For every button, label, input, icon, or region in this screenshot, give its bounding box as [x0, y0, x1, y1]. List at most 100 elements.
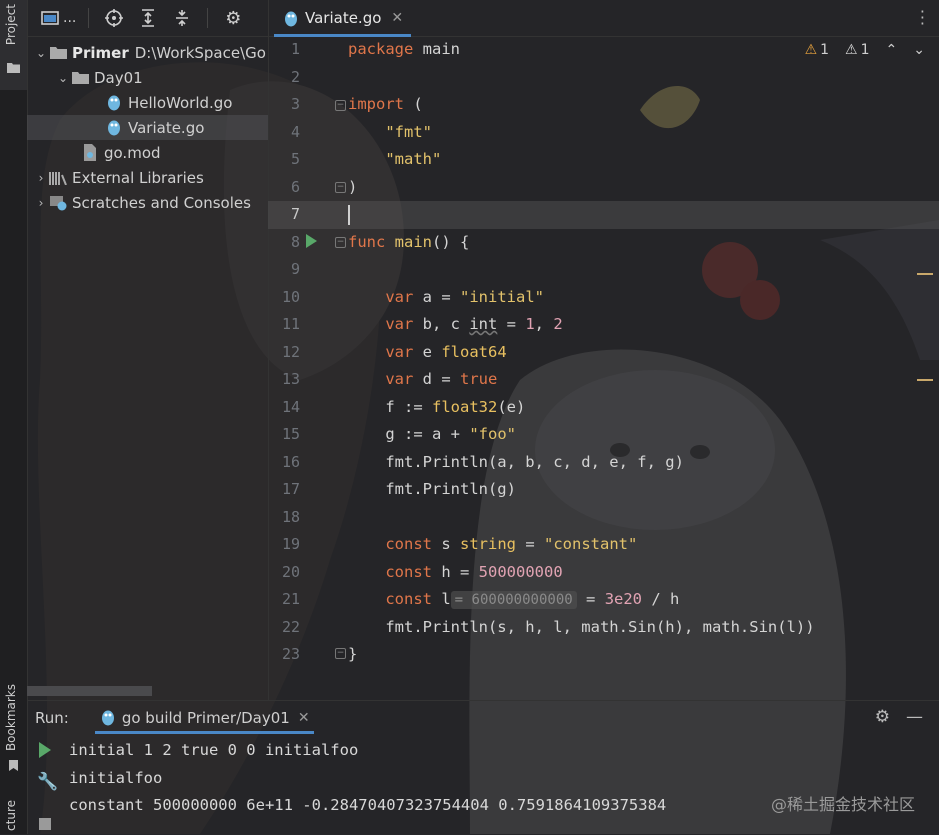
- tree-item-primer[interactable]: ⌄ Primer D:\WorkSpace\Go: [27, 40, 268, 65]
- line-number: 11: [281, 315, 300, 333]
- fold-marker-icon[interactable]: −: [335, 237, 346, 248]
- expand-all-button[interactable]: [135, 5, 161, 31]
- line-number: 20: [281, 562, 300, 581]
- rerun-icon[interactable]: [39, 742, 51, 758]
- folder-icon: [49, 45, 67, 61]
- keyword: var: [385, 370, 414, 388]
- code-line: import (: [348, 91, 815, 119]
- warning-outline-icon: ⚠: [845, 42, 858, 58]
- project-tree: ⌄ Primer D:\WorkSpace\Go ⌄ Day01 HelloWo…: [27, 37, 268, 215]
- tree-item-helloworld[interactable]: HelloWorld.go: [27, 90, 268, 115]
- project-view-button[interactable]: ...: [41, 5, 76, 31]
- more-options-icon[interactable]: · · ·: [920, 4, 925, 32]
- code-text: l: [432, 590, 451, 608]
- code-text: (e): [497, 397, 526, 416]
- keyword: package: [348, 40, 414, 58]
- project-toolbar: ... ⚙: [27, 0, 268, 37]
- line-number: 9: [290, 260, 300, 278]
- run-panel: Run: go build Primer/Day01 ✕ ⚙ — 🔧 initi…: [27, 700, 939, 835]
- code-line: fmt.Println(g): [348, 476, 815, 504]
- gear-icon: ⚙: [225, 7, 242, 29]
- project-view-ellipsis: ...: [63, 10, 77, 26]
- console-output[interactable]: initial 1 2 true 0 0 initialfoo initialf…: [69, 737, 666, 820]
- fold-marker-icon[interactable]: −: [335, 100, 346, 111]
- run-config-tab[interactable]: go build Primer/Day01 ✕: [94, 701, 314, 734]
- minimize-icon[interactable]: —: [906, 707, 923, 727]
- bookmarks-tool-button[interactable]: Bookmarks: [0, 680, 27, 780]
- type-name: int: [469, 315, 498, 333]
- console-line: initial 1 2 true 0 0 initialfoo: [69, 741, 359, 759]
- code-text: =: [576, 590, 605, 608]
- tree-item-day01[interactable]: ⌄ Day01: [27, 65, 268, 90]
- run-gutter-icon[interactable]: [306, 234, 317, 248]
- code-line: var b, c int = 1, 2: [348, 311, 815, 339]
- line-number: 23: [281, 645, 300, 663]
- keyword: const: [385, 562, 432, 581]
- chevron-down-icon[interactable]: ⌄: [913, 42, 925, 58]
- code-line: [348, 201, 815, 229]
- collapse-all-icon: [176, 10, 189, 26]
- bookmarks-tool-label: Bookmarks: [4, 684, 18, 752]
- console-line: constant 500000000 6e+11 -0.284704073237…: [69, 796, 667, 814]
- chevron-down-icon[interactable]: ⌄: [33, 46, 49, 60]
- tree-item-label: Variate.go: [128, 118, 205, 137]
- code-line: func main() {: [348, 229, 815, 257]
- code-text: fmt.Println(g): [385, 480, 516, 498]
- tree-item-gomod[interactable]: go.mod: [27, 140, 268, 165]
- code-lines: package main import ( "fmt" "math" ) fun…: [348, 36, 815, 669]
- code-text: () {: [432, 232, 470, 251]
- scratches-icon: [49, 195, 67, 211]
- tree-item-variate[interactable]: Variate.go: [27, 115, 268, 140]
- scrollbar-warning-mark[interactable]: [917, 273, 933, 275]
- inspection-widget[interactable]: ⚠ 1 ⚠ 1 ⌃ ⌄: [805, 42, 925, 58]
- wrench-icon[interactable]: 🔧: [37, 772, 58, 792]
- scrollbar-warning-mark[interactable]: [917, 379, 933, 381]
- code-line: "fmt": [348, 119, 815, 147]
- console-line: initialfoo: [69, 768, 163, 787]
- run-tab-label: go build Primer/Day01: [121, 708, 290, 727]
- fold-marker-icon[interactable]: −: [335, 182, 346, 193]
- number-literal: 500000000: [478, 562, 563, 581]
- settings-button[interactable]: ⚙: [220, 5, 246, 31]
- project-tool-label: Project: [4, 4, 18, 46]
- go-file-icon: [99, 710, 117, 726]
- tree-item-external-libraries[interactable]: › External Libraries: [27, 165, 268, 190]
- project-path: D:\WorkSpace\Go: [134, 43, 266, 62]
- chevron-right-icon[interactable]: ›: [33, 196, 49, 210]
- structure-tool-button[interactable]: cture: [0, 796, 27, 834]
- project-tool-button[interactable]: Project: [0, 0, 27, 90]
- code-text: b, c: [413, 315, 470, 333]
- tab-variate-go[interactable]: Variate.go ✕: [274, 0, 412, 37]
- close-icon[interactable]: ✕: [391, 10, 403, 26]
- chevron-up-icon[interactable]: ⌃: [886, 42, 898, 58]
- run-panel-header: Run: go build Primer/Day01 ✕ ⚙ —: [27, 701, 939, 734]
- warning-count[interactable]: ⚠ 1: [805, 42, 829, 58]
- code-line: fmt.Println(s, h, l, math.Sin(h), math.S…: [348, 614, 814, 642]
- inlay-value-hint: = 600000000000: [450, 591, 577, 609]
- collapse-all-button[interactable]: [169, 5, 195, 31]
- tool-window-strip: Project Bookmarks cture: [0, 0, 28, 834]
- line-number: 10: [281, 287, 300, 306]
- folder-icon: [71, 70, 89, 86]
- toolbar-separator: [88, 8, 90, 28]
- horizontal-scrollbar[interactable]: [27, 686, 152, 696]
- watermark: @稀土掘金技术社区: [770, 795, 915, 814]
- close-icon[interactable]: ✕: [298, 710, 310, 726]
- number-literal: 2: [553, 315, 563, 333]
- gear-icon[interactable]: ⚙: [875, 707, 890, 727]
- run-panel-actions: ⚙ —: [875, 707, 923, 727]
- tree-item-label: HelloWorld.go: [128, 93, 233, 112]
- keyword: import: [348, 95, 404, 113]
- weak-warning-count[interactable]: ⚠ 1: [845, 42, 869, 58]
- fold-marker-icon[interactable]: −: [335, 648, 346, 659]
- chevron-right-icon[interactable]: ›: [33, 171, 49, 185]
- code-text: =: [516, 535, 544, 553]
- stop-icon[interactable]: [39, 818, 51, 830]
- code-text: s: [432, 535, 460, 553]
- locate-button[interactable]: [101, 5, 127, 31]
- code-editor[interactable]: 1 2 3 4 5 6 7 8 9 10 11 12 13 14 15 16 1…: [268, 36, 939, 700]
- expand-all-icon: [142, 9, 155, 27]
- chevron-down-icon[interactable]: ⌄: [55, 71, 71, 85]
- tree-item-scratches[interactable]: › Scratches and Consoles: [27, 190, 268, 215]
